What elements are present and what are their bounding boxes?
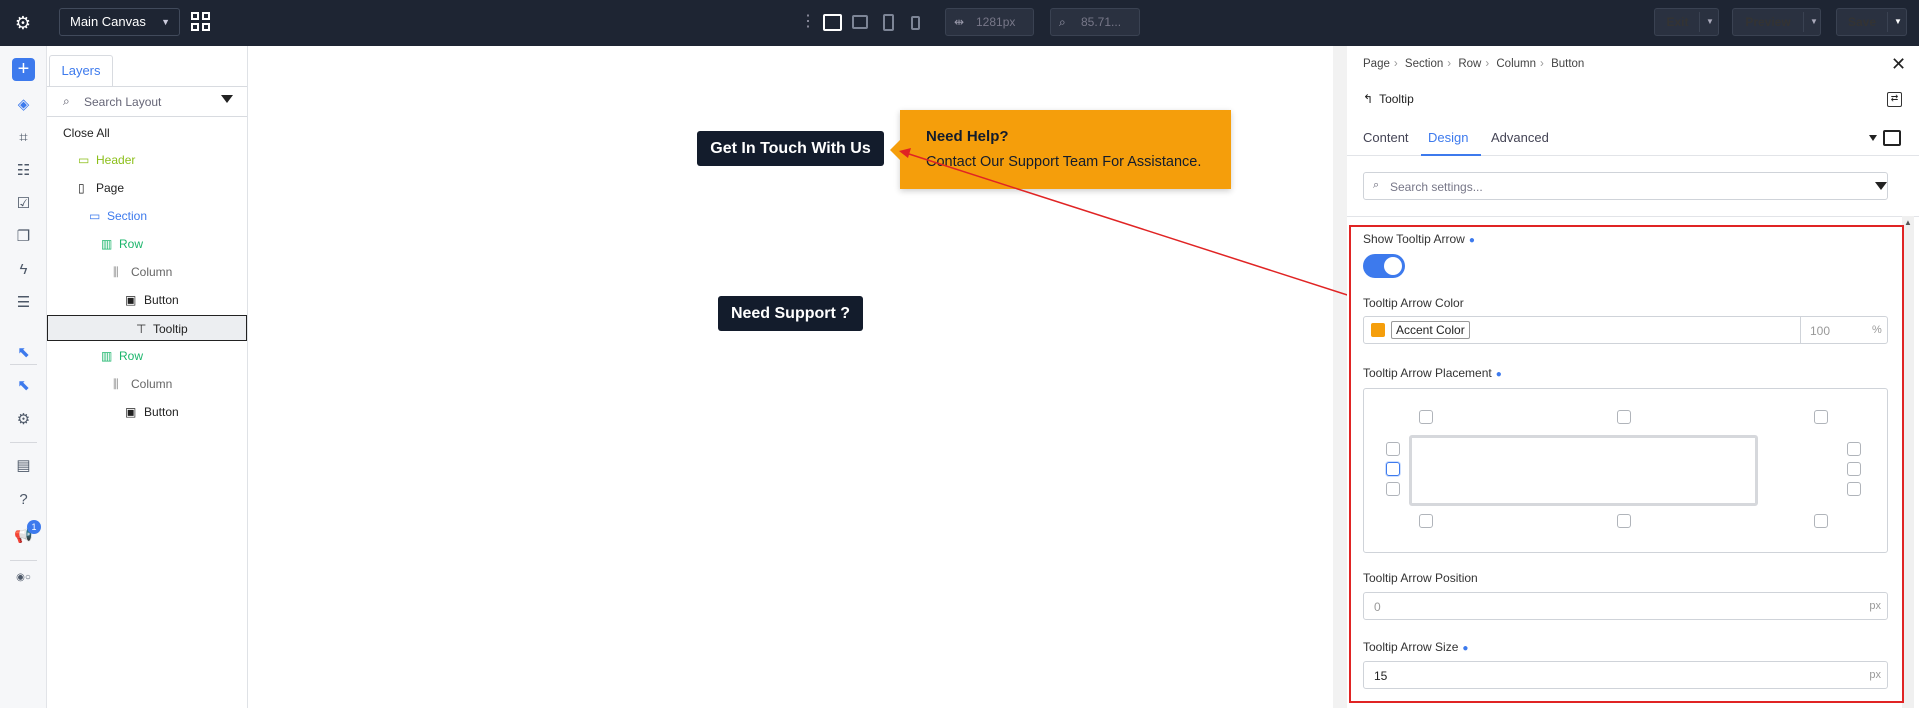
tab-design[interactable]: Design: [1428, 130, 1468, 145]
tab-content[interactable]: Content: [1363, 130, 1409, 145]
breadcrumb-item[interactable]: Row: [1458, 58, 1481, 70]
panel-title-text: Tooltip: [1379, 92, 1414, 106]
close-icon[interactable]: ✕: [1891, 54, 1906, 75]
settings-search[interactable]: ⌕ Search settings...: [1363, 172, 1888, 200]
chevron-down-icon[interactable]: [1869, 135, 1877, 141]
settings-search-input[interactable]: Search settings...: [1390, 180, 1483, 194]
breadcrumb-item[interactable]: Page: [1363, 58, 1390, 70]
panel-tabs: Content Design Advanced: [1347, 120, 1919, 156]
back-arrow-icon[interactable]: ↰: [1363, 92, 1373, 106]
panel-settings-icon[interactable]: ⇄: [1887, 92, 1902, 107]
tab-advanced[interactable]: Advanced: [1491, 130, 1549, 145]
panel-title: ↰ Tooltip: [1363, 92, 1414, 106]
search-icon: ⌕: [1373, 179, 1380, 191]
breadcrumb-item[interactable]: Column: [1496, 58, 1536, 70]
breadcrumb-item[interactable]: Section: [1405, 58, 1443, 70]
breadcrumb: Page › Section › Row › Column › Button: [1363, 58, 1585, 70]
highlight-box: [1349, 225, 1904, 703]
responsive-icon[interactable]: [1883, 130, 1901, 146]
filter-icon[interactable]: [1875, 182, 1887, 190]
breadcrumb-item[interactable]: Button: [1551, 58, 1584, 70]
